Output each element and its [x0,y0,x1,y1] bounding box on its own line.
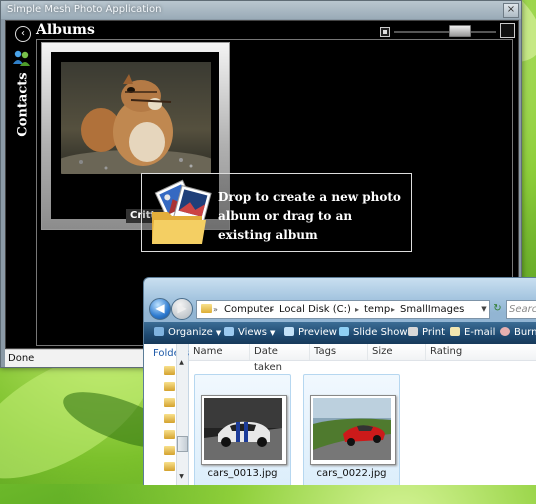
scroll-up-icon[interactable]: ▲ [176,358,187,368]
column-label: Size [372,346,393,357]
folder-with-photos-icon [152,179,212,244]
zoom-max-button[interactable] [500,23,515,38]
views-label: Views [238,327,267,338]
file-item[interactable]: cars_0022.jpg [303,374,400,485]
column-label: Date taken [254,346,282,373]
address-overflow-chevron[interactable]: » [213,301,218,318]
folder-icon[interactable] [164,382,175,391]
organize-button[interactable]: Organize ▼ [154,322,221,344]
folder-icon[interactable] [164,446,175,455]
car-photo-thumbnail [204,398,282,460]
column-size[interactable]: Size [367,344,424,360]
breadcrumb-temp[interactable]: temp [364,301,390,318]
page-title: Albums [36,22,95,38]
views-button[interactable]: Views ▼ [224,322,275,344]
back-button[interactable]: ‹ [15,26,31,42]
preview-label: Preview [298,327,337,338]
close-button[interactable]: × [503,3,519,18]
column-header-row: Name Date taken Tags Size Rating [189,344,536,373]
back-arrow-button[interactable]: ◀ [149,298,171,320]
preview-button[interactable]: Preview [284,322,337,344]
folder-icon[interactable] [164,366,175,375]
car-photo-thumbnail [313,398,391,460]
breadcrumb-separator[interactable]: ▸ [391,301,395,318]
search-input[interactable]: Search [506,300,536,319]
slideshow-label: Slide Show [353,327,408,338]
contacts-label: Contacts [15,72,31,137]
column-label: Rating [430,346,463,357]
drop-tooltip: Drop to create a new photo album or drag… [141,173,412,252]
print-label: Print [422,327,446,338]
file-list: Name Date taken Tags Size Rating cars_00… [189,344,536,485]
file-name: cars_0013.jpg [207,468,278,479]
print-button[interactable]: Print [408,322,445,344]
people-icon [13,50,30,66]
print-icon [408,327,418,336]
burn-label: Burn [514,327,536,338]
column-label: Tags [314,346,337,357]
breadcrumb-local-disk[interactable]: Local Disk (C:) [279,301,351,318]
burn-icon [500,327,510,336]
email-button[interactable]: E-mail [450,322,495,344]
folder-icon[interactable] [164,398,175,407]
zoom-slider-track[interactable] [394,31,496,33]
breadcrumb-separator[interactable]: ▸ [270,301,274,318]
column-date-taken[interactable]: Date taken [249,344,309,373]
address-bar[interactable]: » Computer ▸ Local Disk (C:) ▸ temp ▸ Sm… [196,300,490,319]
scrollbar-thumb[interactable] [177,436,188,452]
email-icon [450,327,460,336]
preview-icon [284,327,294,336]
zoom-slider-thumb[interactable] [449,25,471,37]
drop-instruction: Drop to create a new photo album or drag… [218,190,401,242]
breadcrumb-separator[interactable]: ▸ [355,301,359,318]
slideshow-icon [339,327,349,336]
explorer-window: ◀ ▶ » Computer ▸ Local Disk (C:) ▸ temp … [143,277,536,485]
app-title: Simple Mesh Photo Application [7,4,162,15]
zoom-reset-button[interactable] [380,27,390,37]
scroll-down-icon[interactable]: ▼ [176,472,187,482]
breadcrumb-smallimages[interactable]: SmallImages [400,301,464,318]
column-label: Name [193,346,223,357]
column-rating[interactable]: Rating [425,344,486,360]
address-dropdown-arrow[interactable]: ▼ [479,301,489,318]
organize-icon [154,327,164,336]
chevron-down-icon: ▼ [269,329,276,337]
email-label: E-mail [464,327,496,338]
organize-label: Organize [168,327,213,338]
file-thumbnail [310,395,396,465]
chevron-down-icon: ▼ [215,329,222,337]
slideshow-button[interactable]: Slide Show [339,322,408,344]
folder-icon[interactable] [164,462,175,471]
file-name: cars_0022.jpg [316,468,387,479]
breadcrumb-computer[interactable]: Computer [224,301,274,318]
folder-icon[interactable] [164,414,175,423]
folder-icon [201,304,212,313]
album-photo-chipmunk [61,62,211,174]
folder-icon[interactable] [164,430,175,439]
contacts-tab[interactable]: Contacts [12,49,34,137]
column-tags[interactable]: Tags [309,344,366,360]
views-icon [224,327,234,336]
status-text: Done [8,353,35,364]
refresh-icon[interactable]: ↻ [491,300,504,317]
file-item[interactable]: cars_0013.jpg [194,374,291,485]
file-thumbnail [201,395,287,465]
column-name[interactable]: Name [189,344,248,360]
app-title-bar[interactable]: Simple Mesh Photo Application [1,1,521,19]
burn-button[interactable]: Burn [500,322,536,344]
command-toolbar: Organize ▼ Views ▼ Preview Slide Show Prin… [144,322,536,344]
folders-pane: Folders‹ ▲ ▼ [144,344,192,485]
forward-arrow-button[interactable]: ▶ [171,298,193,320]
